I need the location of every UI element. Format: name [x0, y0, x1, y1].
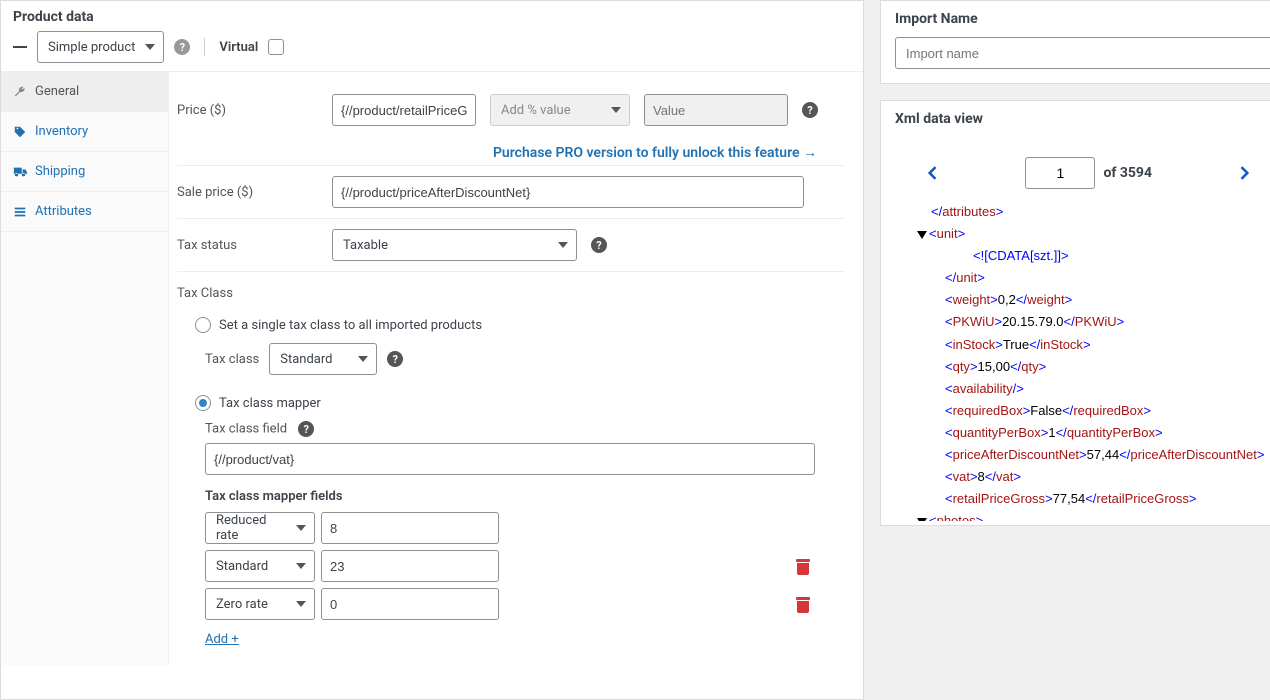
help-icon[interactable]: ?: [174, 39, 190, 55]
tab-inventory[interactable]: Inventory: [1, 112, 168, 152]
sidebar: Import Name Xml data view of 3594 </attr…: [864, 0, 1270, 700]
general-panel: Price ($) Add % value ? Purchase PRO ver…: [169, 72, 863, 665]
tax-class-label: Tax class: [205, 352, 259, 367]
trash-icon[interactable]: [795, 557, 811, 575]
next-arrow-icon[interactable]: [1234, 163, 1254, 183]
radio-tax-mapper[interactable]: [195, 395, 211, 411]
panel-title: Product data: [13, 9, 851, 25]
collapse-icon[interactable]: [917, 518, 927, 521]
sale-price-input[interactable]: [332, 176, 804, 208]
import-name-label: Import Name: [895, 1, 1270, 37]
xml-tree[interactable]: </attributes> <unit> <![CDATA[szt.]]> </…: [895, 201, 1270, 521]
tab-attributes[interactable]: Attributes: [1, 192, 168, 232]
prev-arrow-icon[interactable]: [923, 163, 943, 183]
mapper-fields-label: Tax class mapper fields: [205, 489, 845, 504]
tax-class-field-input[interactable]: [205, 443, 815, 475]
radio-single-label: Set a single tax class to all imported p…: [219, 318, 482, 333]
page-total: of 3594: [1103, 165, 1152, 181]
mapper-row: Reduced rate: [205, 512, 845, 544]
tax-status-label: Tax status: [177, 238, 332, 253]
price-percent-select[interactable]: Add % value: [490, 94, 630, 126]
tab-shipping[interactable]: Shipping: [1, 152, 168, 192]
radio-single-tax[interactable]: [195, 317, 211, 333]
import-name-box: Import Name: [880, 0, 1270, 84]
virtual-checkbox[interactable]: [268, 39, 284, 55]
mapper-value-input[interactable]: [321, 588, 499, 620]
tag-icon: [13, 125, 27, 139]
divider: [204, 38, 205, 56]
mapper-row: Zero rate: [205, 588, 845, 620]
page-number-input[interactable]: [1025, 157, 1095, 189]
mapper-value-input[interactable]: [321, 512, 499, 544]
list-icon: [13, 205, 27, 219]
wrench-icon: [13, 85, 27, 99]
add-mapper-link[interactable]: Add +: [205, 632, 239, 647]
radio-mapper-label: Tax class mapper: [219, 396, 321, 411]
product-type-select[interactable]: Simple product: [37, 31, 164, 63]
tax-class-heading: Tax Class: [177, 276, 845, 313]
trash-icon[interactable]: [795, 595, 811, 613]
virtual-label: Virtual: [219, 40, 258, 55]
mapper-row: Standard: [205, 550, 845, 582]
truck-icon: [13, 165, 27, 179]
pro-upsell-link[interactable]: Purchase PRO version to fully unlock thi…: [177, 136, 845, 165]
mapper-value-input[interactable]: [321, 550, 499, 582]
tax-class-select[interactable]: Standard: [269, 343, 377, 375]
price-label: Price ($): [177, 103, 332, 118]
tabs-list: General Inventory Shipping Attributes: [1, 72, 169, 665]
import-name-input[interactable]: [895, 37, 1270, 69]
collapse-icon[interactable]: [13, 46, 27, 48]
tax-status-select[interactable]: Taxable: [332, 229, 577, 261]
help-icon[interactable]: ?: [298, 421, 314, 437]
help-icon[interactable]: ?: [387, 351, 403, 367]
mapper-class-select[interactable]: Standard: [205, 550, 315, 582]
xml-data-view-box: Xml data view of 3594 </attributes> <uni…: [880, 100, 1270, 526]
price-input[interactable]: [332, 94, 476, 126]
help-icon[interactable]: ?: [591, 237, 607, 253]
mapper-class-select[interactable]: Reduced rate: [205, 512, 315, 544]
help-icon[interactable]: ?: [802, 102, 818, 118]
xml-view-label: Xml data view: [895, 101, 1270, 137]
collapse-icon[interactable]: [917, 231, 927, 239]
product-data-panel: Product data Simple product ? Virtual Ge…: [0, 0, 864, 700]
price-value-input[interactable]: [644, 94, 788, 126]
tax-class-field-label: Tax class field: [205, 422, 287, 437]
sale-price-label: Sale price ($): [177, 185, 332, 200]
mapper-class-select[interactable]: Zero rate: [205, 588, 315, 620]
tab-general[interactable]: General: [1, 72, 168, 112]
